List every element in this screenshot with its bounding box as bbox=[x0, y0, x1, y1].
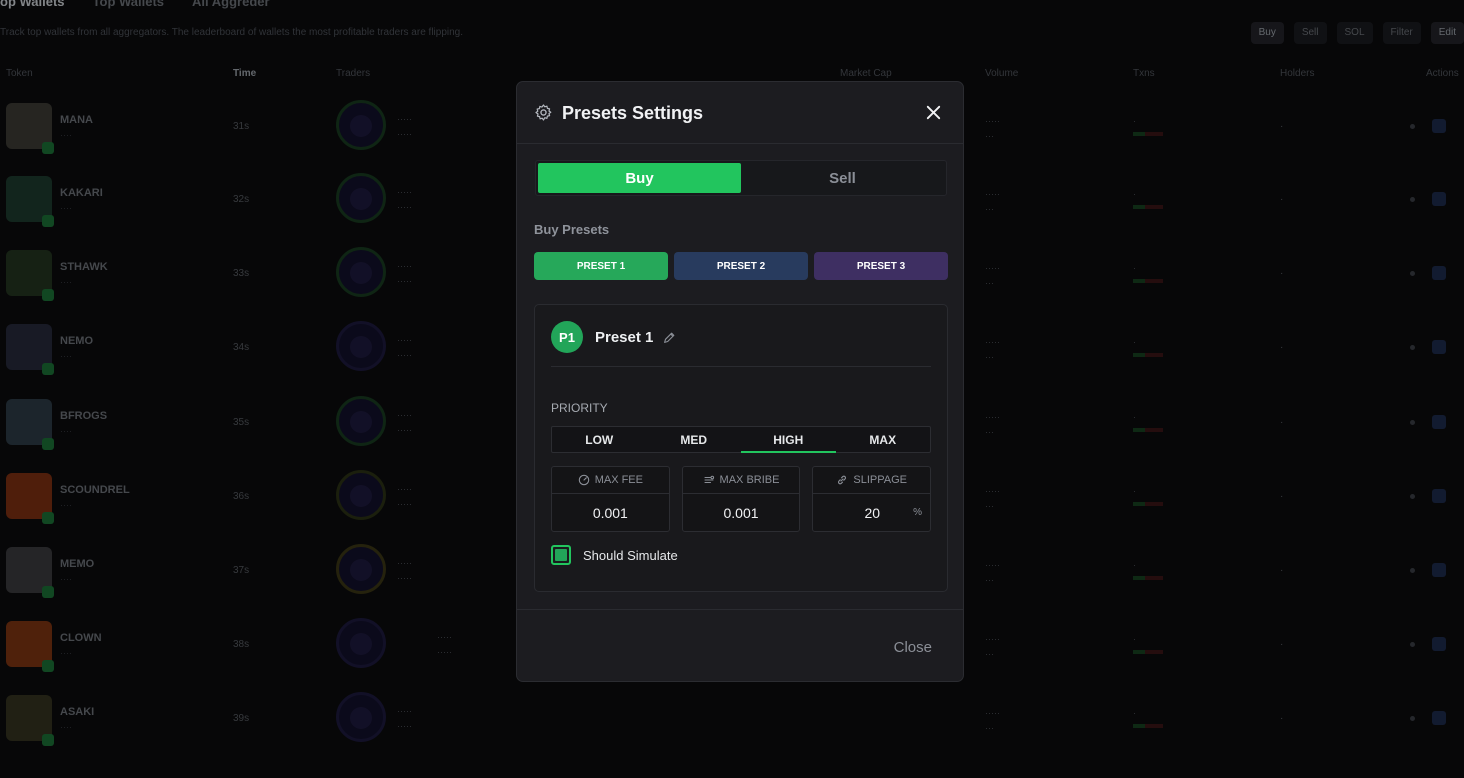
presets-settings-modal: Presets Settings Buy Sell Buy Presets PR… bbox=[516, 81, 964, 682]
slippage-box: SLIPPAGE 20 % bbox=[812, 466, 932, 532]
bribe-icon bbox=[703, 475, 714, 484]
priority-max[interactable]: MAX bbox=[836, 427, 931, 452]
should-simulate-label: Should Simulate bbox=[583, 547, 678, 563]
preset-1-button[interactable]: PRESET 1 bbox=[534, 252, 668, 280]
max-bribe-label: MAX BRIBE bbox=[719, 474, 780, 486]
preset-selector: PRESET 1 PRESET 2 PRESET 3 bbox=[534, 252, 948, 280]
tab-sell[interactable]: Sell bbox=[741, 163, 944, 193]
slippage-unit: % bbox=[913, 507, 923, 518]
priority-label: PRIORITY bbox=[551, 401, 608, 415]
modal-title: Presets Settings bbox=[562, 103, 704, 123]
max-bribe-box: MAX BRIBE 0.001 bbox=[681, 466, 801, 532]
gauge-icon bbox=[578, 474, 589, 486]
should-simulate-checkbox[interactable]: Should Simulate bbox=[551, 545, 678, 565]
preset-2-button[interactable]: PRESET 2 bbox=[674, 252, 808, 280]
max-fee-input[interactable]: 0.001 bbox=[552, 495, 669, 531]
max-bribe-header: MAX BRIBE bbox=[682, 467, 800, 494]
pencil-icon[interactable] bbox=[662, 331, 676, 345]
buy-presets-label: Buy Presets bbox=[534, 222, 610, 237]
preset-3-button[interactable]: PRESET 3 bbox=[814, 252, 948, 280]
slippage-header: SLIPPAGE bbox=[813, 467, 931, 494]
max-fee-label: MAX FEE bbox=[594, 474, 643, 486]
priority-med[interactable]: MED bbox=[647, 427, 742, 452]
preset-name: Preset 1 bbox=[595, 329, 654, 346]
priority-low[interactable]: LOW bbox=[552, 427, 647, 452]
checkbox-check bbox=[555, 549, 567, 561]
max-bribe-input[interactable]: 0.001 bbox=[683, 495, 800, 531]
modal-footer: Close bbox=[517, 609, 963, 681]
max-fee-box: MAX FEE 0.001 bbox=[551, 466, 670, 532]
gear-icon bbox=[535, 104, 552, 121]
preset-card: P1 Preset 1 PRIORITY LOW MED HIGH MAX MA… bbox=[534, 304, 948, 592]
preset-badge: P1 bbox=[551, 321, 583, 353]
priority-selector: LOW MED HIGH MAX bbox=[551, 426, 931, 453]
modal-header: Presets Settings bbox=[517, 82, 963, 144]
link-icon bbox=[838, 475, 847, 485]
tab-buy[interactable]: Buy bbox=[538, 163, 741, 193]
close-icon[interactable] bbox=[924, 103, 943, 122]
buy-sell-toggle: Buy Sell bbox=[535, 160, 947, 196]
slippage-label: SLIPPAGE bbox=[853, 474, 907, 486]
fee-settings: MAX FEE 0.001 MAX BRIBE 0.001 SLIPPAGE 2… bbox=[551, 466, 932, 532]
close-button[interactable]: Close bbox=[894, 639, 932, 656]
card-divider bbox=[551, 366, 931, 367]
checkbox-box[interactable] bbox=[551, 545, 571, 565]
priority-high[interactable]: HIGH bbox=[741, 427, 836, 453]
max-fee-header: MAX FEE bbox=[552, 467, 669, 494]
